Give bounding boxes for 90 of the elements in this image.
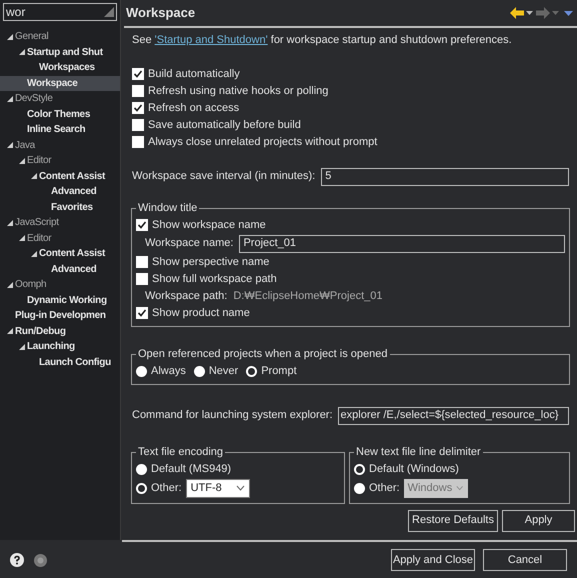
radio-button[interactable] — [194, 366, 205, 376]
dropdown-arrow-icon[interactable] — [526, 11, 533, 15]
expanded-arrow-icon[interactable] — [6, 220, 12, 226]
checkbox-label: Show full workspace path — [152, 272, 277, 287]
tree-item[interactable]: Dynamic Working — [0, 292, 120, 308]
tree-item[interactable]: Oomph — [0, 277, 120, 292]
tree-item[interactable]: Inline Search — [0, 122, 120, 138]
checkbox[interactable] — [136, 307, 148, 319]
expanded-arrow-icon[interactable] — [6, 328, 12, 334]
back-arrow-icon[interactable] — [510, 7, 524, 19]
checkbox-label: Save automatically before build — [148, 118, 301, 133]
radio-label: Other: — [369, 480, 400, 496]
tree-item[interactable]: Workspace — [0, 76, 120, 91]
checkbox[interactable] — [132, 68, 144, 80]
radio-label: Default (Windows) — [369, 462, 459, 477]
radio-label: Never — [208, 364, 238, 379]
field-label: Command for launching system explorer: — [132, 408, 333, 424]
expanded-arrow-icon[interactable] — [18, 49, 24, 56]
radio-label: Prompt — [261, 364, 297, 379]
checkbox[interactable] — [132, 136, 144, 148]
menu-arrow-icon[interactable] — [564, 10, 573, 16]
apply-button[interactable]: Apply — [502, 510, 575, 532]
checkbox-label: Build automatically — [148, 66, 240, 82]
tree-item[interactable]: Launching — [0, 339, 120, 354]
apply-and-close-button[interactable]: Apply and Close — [391, 549, 475, 571]
checkbox[interactable] — [136, 273, 148, 285]
input-field[interactable]: Project_01 — [239, 234, 565, 252]
tree-item[interactable]: Content Assist — [0, 168, 120, 184]
intro-text: See 'Startup and Shutdown' for workspace startup and shutdown preferences. — [132, 33, 513, 48]
tree-item[interactable]: Editor — [0, 153, 120, 168]
tree-item[interactable]: Color Themes — [0, 106, 120, 122]
expanded-arrow-icon[interactable] — [6, 34, 12, 40]
help-icon[interactable] — [10, 553, 24, 567]
checkbox-label: Refresh using native hooks or polling — [148, 84, 328, 99]
radio-label: Always — [151, 364, 186, 379]
expanded-arrow-icon[interactable] — [18, 235, 24, 242]
tree-item[interactable]: Startup and Shut — [0, 44, 120, 60]
checkbox-label: Show product name — [152, 306, 250, 321]
chevron-down-icon — [236, 485, 245, 491]
expanded-arrow-icon[interactable] — [18, 158, 24, 164]
field-label: Workspace path: — [145, 288, 228, 304]
path-value: D:₩EclipseHome₩Project_01 — [233, 288, 382, 304]
checkbox[interactable] — [132, 85, 144, 97]
tree-item[interactable]: Favorites — [0, 200, 120, 215]
checkbox[interactable] — [136, 219, 148, 231]
checkbox-label: Show perspective name — [152, 254, 270, 270]
input-field[interactable]: explorer /E,/select=${selected_resource_loc} — [338, 406, 569, 424]
restore-defaults-button[interactable]: Restore Defaults — [408, 510, 498, 532]
dropdown[interactable]: UTF-8 — [186, 478, 250, 498]
tree-item[interactable]: Workspaces — [0, 60, 120, 76]
checkbox[interactable] — [132, 102, 144, 114]
expanded-arrow-icon[interactable] — [6, 282, 12, 288]
tree-item[interactable]: Launch Configu — [0, 354, 120, 370]
input-field[interactable]: 5 — [321, 168, 569, 186]
tree-item[interactable]: Java — [0, 138, 120, 153]
cancel-button[interactable]: Cancel — [483, 549, 567, 571]
checkbox-label: Refresh on access — [148, 100, 240, 116]
tree-item[interactable]: Editor — [0, 230, 120, 246]
filter-field[interactable]: wor — [3, 3, 117, 21]
radio-button[interactable] — [354, 482, 365, 494]
checkbox[interactable] — [136, 256, 148, 268]
radio-label: Default (MS949) — [151, 462, 232, 477]
radio-button[interactable] — [136, 464, 147, 474]
expanded-arrow-icon[interactable] — [6, 142, 12, 148]
round-icon[interactable] — [34, 554, 47, 566]
tree-item[interactable]: JavaScript — [0, 215, 120, 230]
expanded-arrow-icon[interactable] — [30, 250, 36, 257]
radio-button[interactable] — [136, 366, 147, 376]
expanded-arrow-icon[interactable] — [6, 96, 12, 102]
tree-item[interactable]: Advanced — [0, 184, 120, 200]
startup-link[interactable]: 'Startup and Shutdown' — [154, 34, 268, 46]
field-label: Workspace name: — [145, 236, 234, 252]
radio-label: Other: — [151, 480, 182, 496]
tree-item[interactable]: General — [0, 29, 120, 44]
chevron-down-icon — [456, 485, 464, 491]
checkbox-label: Show workspace name — [152, 218, 266, 233]
radio-button[interactable] — [354, 464, 365, 474]
checkbox-label: Always close unrelated projects without prompt — [148, 134, 378, 150]
expanded-arrow-icon[interactable] — [18, 344, 24, 350]
field-label: Workspace save interval (in minutes): — [132, 169, 316, 184]
tree-item[interactable]: Content Assist — [0, 246, 120, 262]
radio-button[interactable] — [246, 366, 258, 376]
checkbox[interactable] — [132, 119, 144, 131]
tree-item[interactable]: DevStyle — [0, 91, 120, 106]
radio-button[interactable] — [136, 482, 147, 494]
expanded-arrow-icon[interactable] — [30, 173, 36, 180]
page-title: Workspace — [126, 4, 196, 22]
tree-item[interactable]: Run/Debug — [0, 324, 120, 339]
tree-item[interactable]: Advanced — [0, 262, 120, 277]
tree-item[interactable]: Plug-in Developmen — [0, 308, 120, 324]
